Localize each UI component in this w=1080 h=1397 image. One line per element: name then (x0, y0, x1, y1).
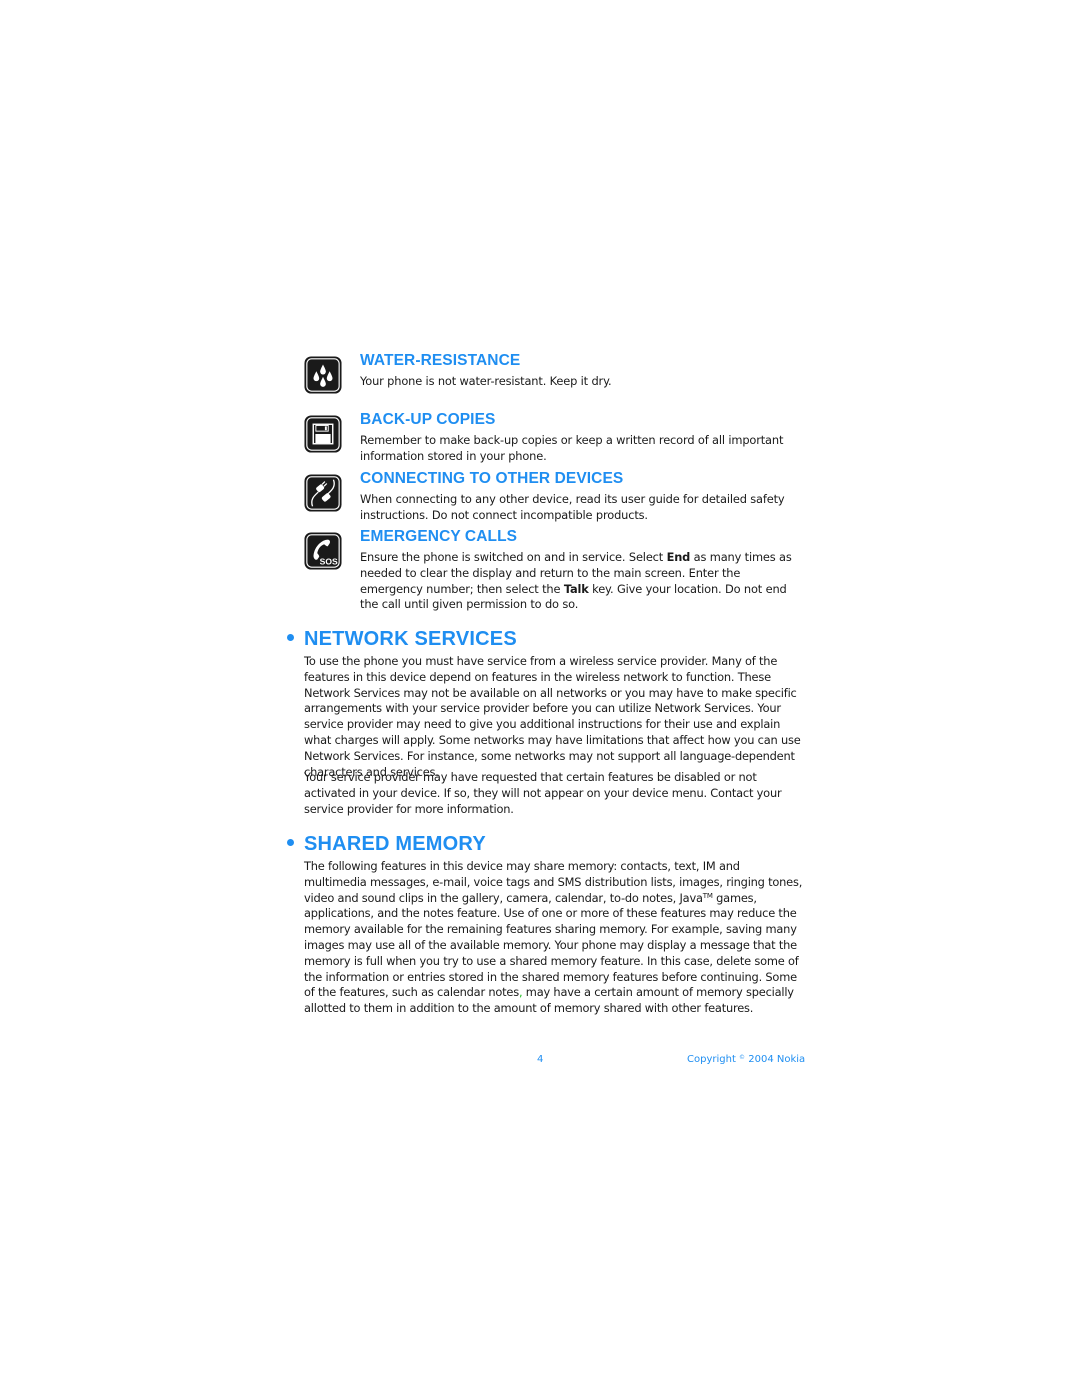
text-span: Ensure the phone is switched on and in s… (360, 550, 667, 564)
end-key-label: End (666, 550, 691, 564)
text-span: games, applications, and the notes featu… (304, 890, 799, 1000)
manual-page: WATER-RESISTANCE Your phone is not water… (0, 0, 1080, 1397)
shared-memory-paragraph: The following features in this device ma… (304, 859, 804, 1017)
copyright-suffix: 2004 Nokia (745, 1054, 806, 1065)
svg-text:SOS: SOS (320, 556, 338, 566)
safety-title: WATER-RESISTANCE (360, 352, 521, 369)
network-services-paragraph-2: Your service provider may have requested… (304, 770, 782, 816)
safety-title: BACK-UP COPIES (360, 411, 496, 428)
bullet-icon (287, 839, 294, 847)
water-drops-icon (304, 356, 342, 394)
section-title-network-services: NETWORK SERVICES (287, 628, 517, 651)
safety-text: Remember to make back-up copies or keep … (360, 433, 784, 463)
safety-text: Your phone is not water-resistant. Keep … (360, 374, 612, 388)
safety-title: EMERGENCY CALLS (360, 528, 518, 545)
network-services-paragraph-1: To use the phone you must have service f… (304, 654, 801, 779)
plug-connector-icon (304, 474, 342, 512)
section-title-shared-memory: SHARED MEMORY (287, 833, 486, 856)
floppy-disk-icon (304, 415, 342, 453)
bullet-icon (287, 634, 294, 642)
copyright-notice: Copyright © 2004 Nokia (687, 1054, 805, 1065)
safety-text: When connecting to any other device, rea… (360, 492, 785, 522)
page-number: 4 (537, 1054, 544, 1065)
safety-title: CONNECTING TO OTHER DEVICES (360, 470, 624, 487)
safety-text: Ensure the phone is switched on and in s… (360, 550, 800, 613)
trademark-mark: TM (702, 891, 713, 900)
copyright-prefix: Copyright (687, 1054, 740, 1065)
talk-key-label: Talk (563, 581, 589, 596)
phone-sos-icon: SOS (304, 532, 342, 570)
section-title-text: NETWORK SERVICES (304, 628, 517, 650)
section-title-text: SHARED MEMORY (304, 833, 486, 855)
